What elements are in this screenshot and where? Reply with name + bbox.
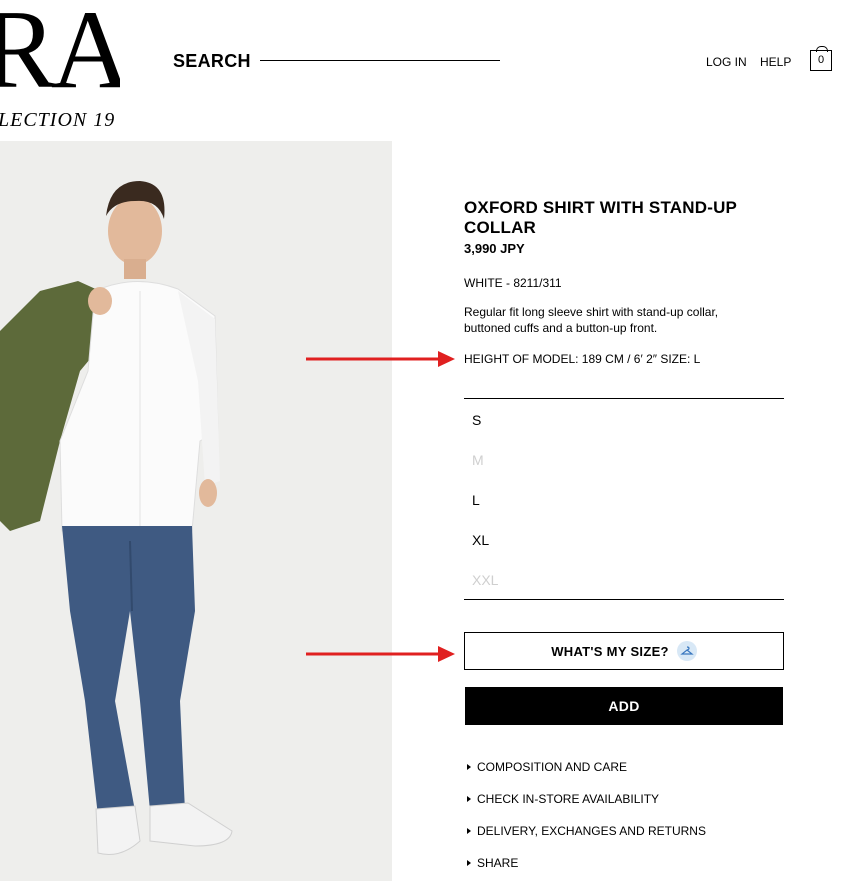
size-option-xl[interactable]: XL: [472, 532, 489, 548]
caret-right-icon: [467, 828, 471, 834]
size-option-s[interactable]: S: [472, 412, 481, 428]
size-option-xxl: XXL: [472, 572, 499, 588]
accordion-label: CHECK IN-STORE AVAILABILITY: [477, 792, 660, 806]
whats-my-size-button[interactable]: WHAT'S MY SIZE?: [464, 632, 784, 670]
accordion-share[interactable]: SHARE: [467, 856, 518, 870]
accordion-delivery-returns[interactable]: DELIVERY, EXCHANGES AND RETURNS: [467, 824, 706, 838]
product-description: Regular fit long sleeve shirt with stand…: [464, 305, 719, 335]
accordion-label: SHARE: [477, 856, 519, 870]
annotation-arrow-model: [306, 351, 455, 367]
caret-right-icon: [467, 860, 471, 866]
hanger-icon: [676, 641, 697, 661]
product-price: 3,990 JPY: [464, 241, 525, 256]
product-title: OXFORD SHIRT WITH STAND-UP COLLAR: [464, 198, 737, 237]
help-link[interactable]: HELP: [760, 55, 791, 69]
annotation-arrow-size: [306, 646, 455, 662]
product-image[interactable]: [0, 141, 392, 881]
search-label[interactable]: SEARCH: [173, 51, 251, 72]
model-info: HEIGHT OF MODEL: 189 CM / 6′ 2″ SIZE: L: [464, 352, 701, 366]
product-color-ref: WHITE - 8211/311: [464, 276, 562, 290]
cart-count: 0: [817, 54, 825, 66]
accordion-label: DELIVERY, EXCHANGES AND RETURNS: [477, 824, 706, 838]
brand-logo[interactable]: RA LECTION 19: [0, 8, 120, 130]
login-link[interactable]: LOG IN: [706, 55, 747, 69]
logo-sub-text: LECTION 19: [0, 109, 116, 130]
caret-right-icon: [467, 796, 471, 802]
search-input-underline[interactable]: [260, 60, 500, 61]
accordion-in-store-availability[interactable]: CHECK IN-STORE AVAILABILITY: [467, 792, 659, 806]
size-option-l[interactable]: L: [472, 492, 480, 508]
size-option-m: M: [472, 452, 484, 468]
size-list: S M L XL XXL: [464, 398, 784, 600]
cart-bag-icon[interactable]: 0: [810, 46, 832, 71]
add-to-cart-button[interactable]: ADD: [465, 687, 783, 725]
accordion-label: COMPOSITION AND CARE: [477, 760, 628, 774]
accordion-composition-care[interactable]: COMPOSITION AND CARE: [467, 760, 627, 774]
whats-my-size-label: WHAT'S MY SIZE?: [551, 643, 669, 659]
logo-main-text: RA: [0, 8, 120, 112]
model-illustration: [0, 181, 233, 855]
caret-right-icon: [467, 764, 471, 770]
